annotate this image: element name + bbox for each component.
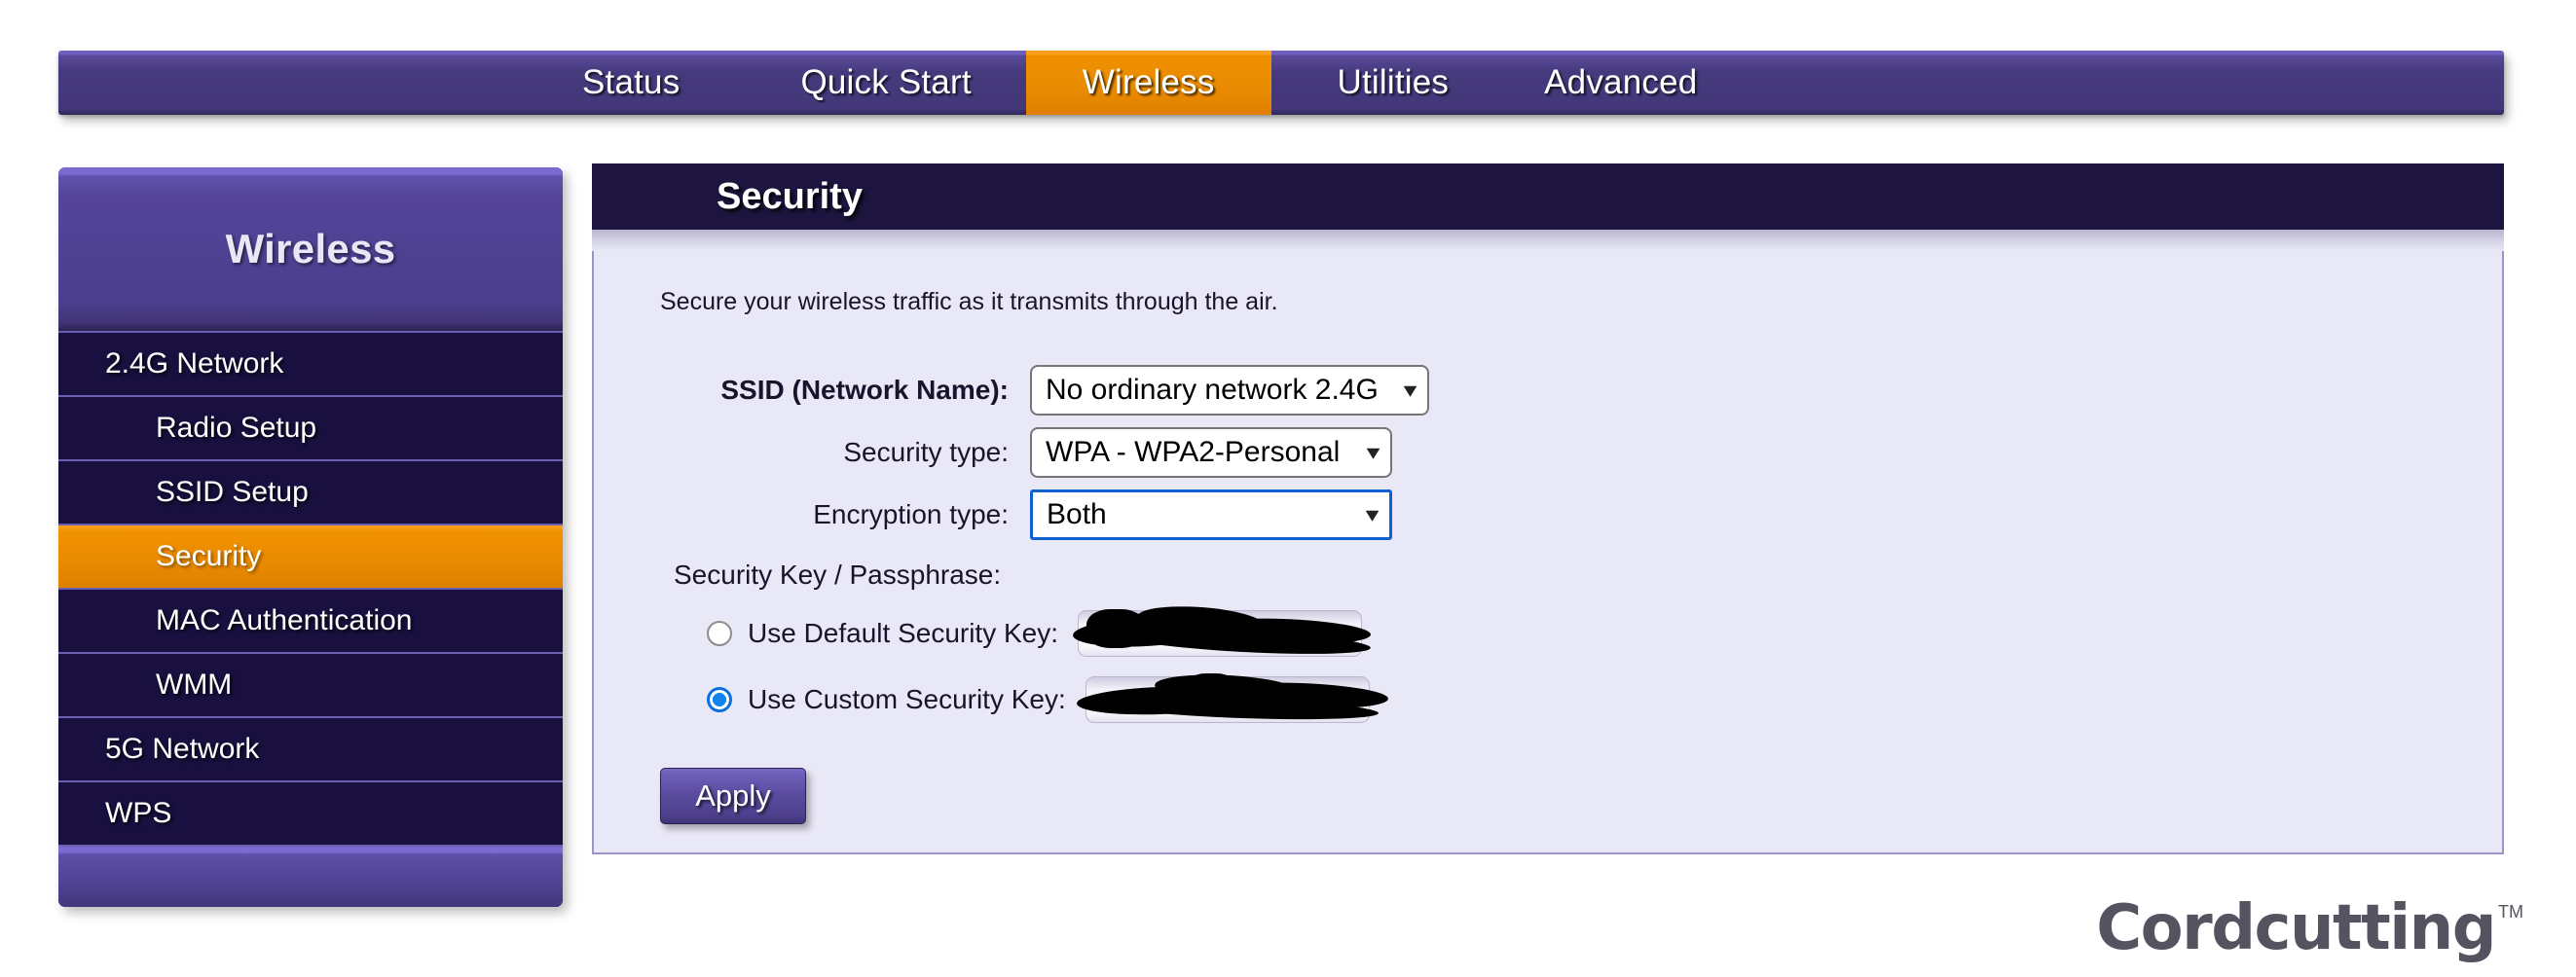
sidebar-item-label: 5G Network <box>105 733 260 765</box>
form-row-encryption-type: Encryption type: Both ▾ <box>660 489 2502 540</box>
use-custom-security-key-label[interactable]: Use Custom Security Key: <box>748 684 1066 715</box>
default-security-key-input[interactable] <box>1072 602 1372 659</box>
form-row-security-type: Security type: WPA - WPA2-Personal ▾ <box>660 427 2502 478</box>
radio-row-default-key: Use Default Security Key: <box>707 602 2502 659</box>
sidebar-item-label: Security <box>156 540 262 572</box>
content-panel: Security Secure your wireless traffic as… <box>592 163 2504 854</box>
custom-security-key-input[interactable] <box>1076 671 1389 723</box>
sidebar-item-label: MAC Authentication <box>156 604 413 636</box>
redaction-mark <box>1086 609 1146 648</box>
sidebar-item-radio-setup[interactable]: Radio Setup <box>58 395 563 459</box>
sidebar-item-ssid-setup[interactable]: SSID Setup <box>58 459 563 524</box>
panel-header: Security <box>592 163 2504 230</box>
sidebar-item-24g-network[interactable]: 2.4G Network <box>58 331 563 395</box>
panel-body: Secure your wireless traffic as it trans… <box>594 251 2502 824</box>
nav-tab-wireless[interactable]: Wireless <box>1025 51 1271 115</box>
sidebar-footer <box>58 845 563 907</box>
main-navigation-bar: Status Quick Start Wireless Utilities Ad… <box>58 51 2504 115</box>
encryption-type-select[interactable]: Both ▾ <box>1030 489 1392 540</box>
trademark-symbol: TM <box>2498 902 2523 922</box>
security-form: SSID (Network Name): No ordinary network… <box>660 365 2502 723</box>
nav-gap <box>707 51 773 115</box>
sidebar-title: Wireless <box>58 167 563 331</box>
nav-tab-advanced[interactable]: Advanced <box>1517 51 1724 115</box>
sidebar-item-label: WPS <box>105 797 172 829</box>
chevron-down-icon: ▾ <box>1403 378 1417 402</box>
intro-description: Secure your wireless traffic as it trans… <box>660 288 1278 315</box>
apply-button-wrapper: Apply <box>660 768 2502 824</box>
sidebar-item-label: SSID Setup <box>156 476 309 508</box>
nav-gap <box>1476 51 1517 115</box>
sidebar-item-mac-authentication[interactable]: MAC Authentication <box>58 588 563 652</box>
ssid-label: SSID (Network Name): <box>720 375 1009 405</box>
apply-button[interactable]: Apply <box>660 768 806 824</box>
nav-tab-utilities[interactable]: Utilities <box>1310 51 1477 115</box>
sidebar-item-label: WMM <box>156 669 233 701</box>
sidebar-item-security[interactable]: Security <box>58 524 563 588</box>
redaction-mark <box>1183 673 1238 712</box>
nav-gap <box>1271 51 1310 115</box>
sidebar-item-label: 2.4G Network <box>105 347 284 380</box>
use-custom-security-key-radio[interactable] <box>707 687 732 712</box>
panel-header-shadow <box>592 230 2504 251</box>
cordcutting-logo: Cordcutting TM <box>2096 897 2523 959</box>
nav-left-spacer <box>58 51 555 115</box>
use-default-security-key-label[interactable]: Use Default Security Key: <box>748 618 1058 649</box>
chevron-down-icon: ▾ <box>1365 502 1380 526</box>
form-row-ssid: SSID (Network Name): No ordinary network… <box>660 365 2502 416</box>
ssid-selected-value: No ordinary network 2.4G <box>1046 374 1379 406</box>
nav-gap <box>999 51 1026 115</box>
sidebar-item-5g-network[interactable]: 5G Network <box>58 716 563 780</box>
security-type-label: Security type: <box>843 437 1009 467</box>
radio-row-custom-key: Use Custom Security Key: <box>707 671 2502 723</box>
sidebar: Wireless 2.4G Network Radio Setup SSID S… <box>58 167 563 907</box>
use-default-security-key-radio[interactable] <box>707 621 732 646</box>
security-type-selected-value: WPA - WPA2-Personal <box>1046 436 1341 468</box>
encryption-type-selected-value: Both <box>1047 498 1107 530</box>
logo-wordmark: Cordcutting <box>2096 892 2496 964</box>
nav-tab-status[interactable]: Status <box>555 51 707 115</box>
encryption-type-label: Encryption type: <box>813 499 1009 529</box>
chevron-down-icon: ▾ <box>1366 440 1380 464</box>
sidebar-item-wps[interactable]: WPS <box>58 780 563 845</box>
sidebar-item-label: Radio Setup <box>156 412 317 444</box>
security-type-select[interactable]: WPA - WPA2-Personal ▾ <box>1030 427 1392 478</box>
security-key-heading: Security Key / Passphrase: <box>674 560 1002 590</box>
ssid-select[interactable]: No ordinary network 2.4G ▾ <box>1030 365 1429 416</box>
page-title: Security <box>717 175 863 217</box>
nav-tab-quick-start[interactable]: Quick Start <box>773 51 998 115</box>
sidebar-item-wmm[interactable]: WMM <box>58 652 563 716</box>
nav-right-spacer <box>1724 51 2504 115</box>
